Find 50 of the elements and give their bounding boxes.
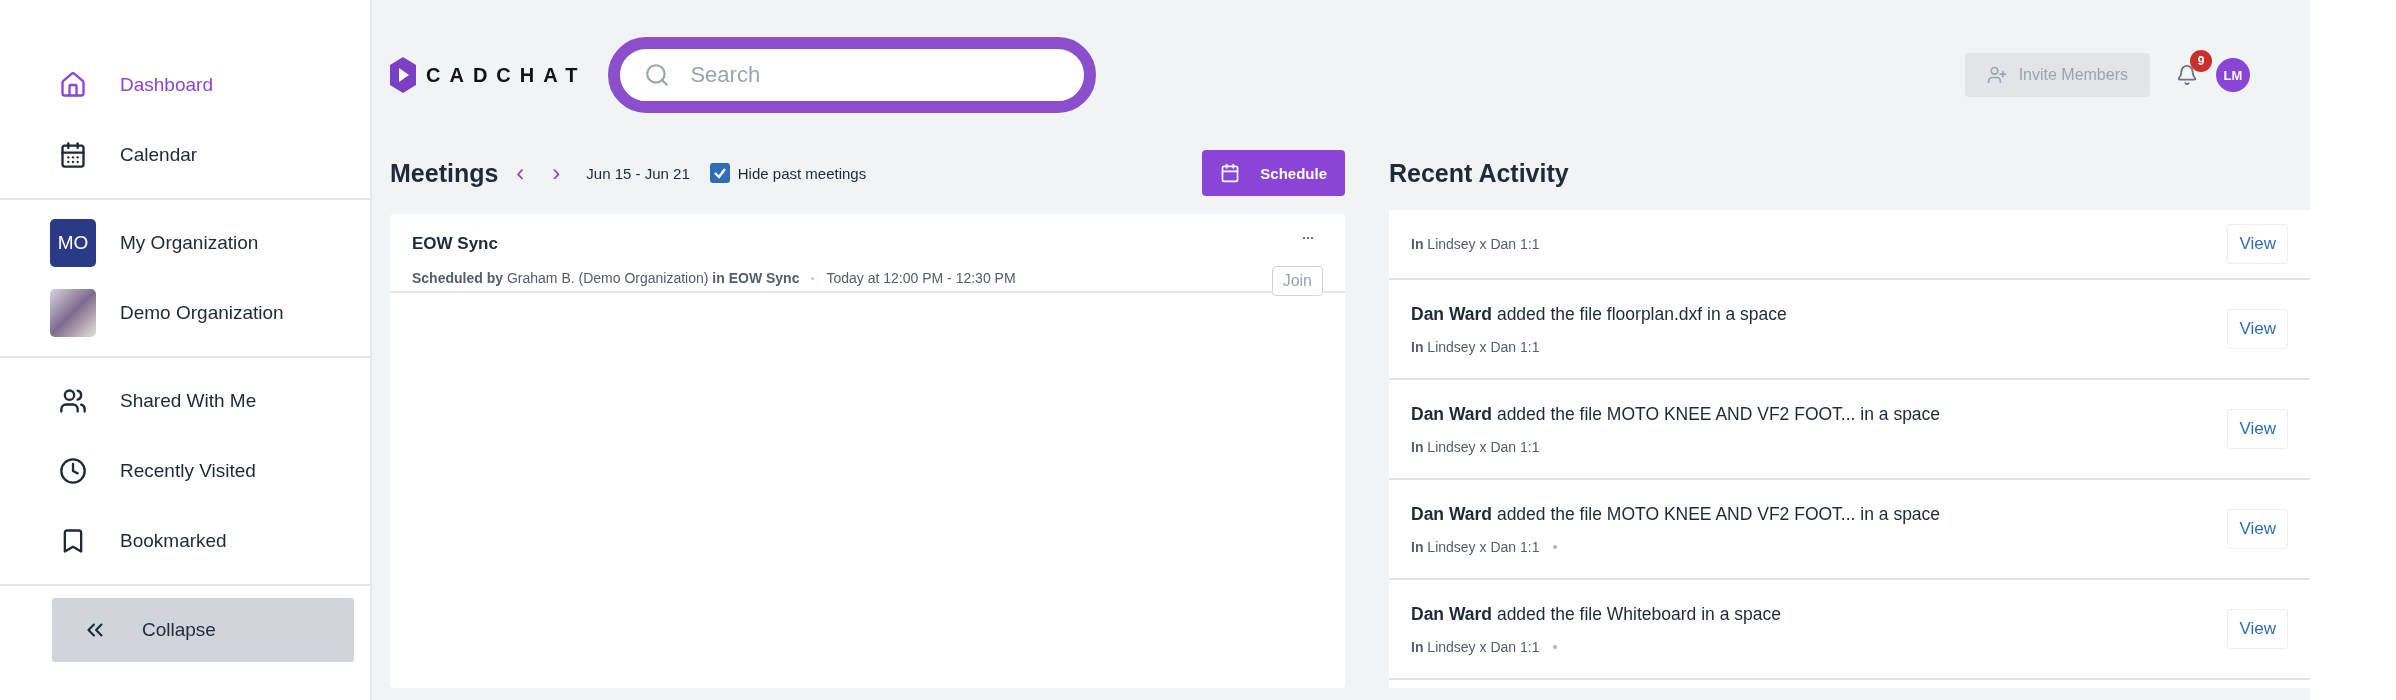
calendar-icon [1220,163,1241,183]
view-button[interactable]: View [2227,224,2288,264]
logo-icon [390,57,416,93]
logo-wordmark: CADCHAT [426,63,587,87]
sidebar-item[interactable]: Demo Organization [50,278,370,348]
view-button[interactable]: View [2227,509,2288,549]
search-field[interactable]: Search [608,37,1097,113]
sidebar-item[interactable]: Bookmarked [50,506,370,576]
date-range: Jun 15 - Jun 21 [586,164,690,182]
next-week-button[interactable]: › [542,159,571,187]
activity-text: Dan Ward added the file MOTO KNEE AND VF2 FOOT... in a space [1411,503,1942,525]
activity-location: In Lindsey x Dan 1:1 [1411,538,1558,555]
schedule-button[interactable]: Schedule [1202,150,1345,196]
sidebar-item[interactable]: Recently Visited [50,436,370,506]
collapse-button[interactable]: Collapse [52,598,354,662]
sidebar-item[interactable]: Calendar [50,120,370,190]
view-button[interactable]: View [2227,609,2288,649]
activity-location: In Lindsey x Dan 1:1 [1411,236,1540,252]
checkmark-icon [712,166,727,180]
calendar-icon [59,141,87,169]
organization-initials-avatar: MO [50,219,96,267]
clock-icon [59,457,87,485]
previous-week-button[interactable]: ‹ [506,159,535,187]
view-button[interactable]: View [2227,409,2288,449]
meeting-organizer: Scheduled by Graham B. (Demo Organization) in EOW Sync [412,270,800,286]
separator-dot [811,276,815,280]
activity-text: Dan Ward added the file Whiteboard in a space [1411,603,1782,625]
meetings-heading: Meetings [390,158,499,188]
sidebar-item[interactable]: Shared With Me [50,366,370,436]
activity-location: In Lindsey x Dan 1:1 [1411,638,1558,655]
home-icon [59,71,87,99]
meeting-time: Today at 12:00 PM - 12:30 PM [826,270,1016,286]
notification-count: 9 [2190,50,2212,72]
organization-logo-placeholder [50,289,96,337]
meeting-title: EOW Sync [412,234,498,254]
more-options-button[interactable]: ··· [1295,226,1319,249]
people-icon [59,387,87,415]
bell-icon[interactable] [2176,64,2198,86]
checkbox-label: Hide past meetings [737,164,867,182]
view-button[interactable]: View [2227,309,2288,349]
activity-location: In Lindsey x Dan 1:1 [1411,338,1540,355]
activity-text: Dan Ward added the file MOTO KNEE AND VF2 FOOT... in a space [1411,403,1942,425]
user-avatar[interactable]: LM [2216,58,2250,92]
sidebar-item[interactable]: Dashboard [50,50,370,120]
activity-text: Dan Ward added the file floorplan.dxf in a space [1411,303,1788,325]
add-person-icon [1986,65,2007,85]
sidebar-item[interactable]: MO My Organization [50,208,370,278]
activity-location: In Lindsey x Dan 1:1 [1411,438,1540,455]
hide-past-checkbox[interactable] [709,163,730,183]
recent-activity-heading: Recent Activity [1389,158,1569,188]
